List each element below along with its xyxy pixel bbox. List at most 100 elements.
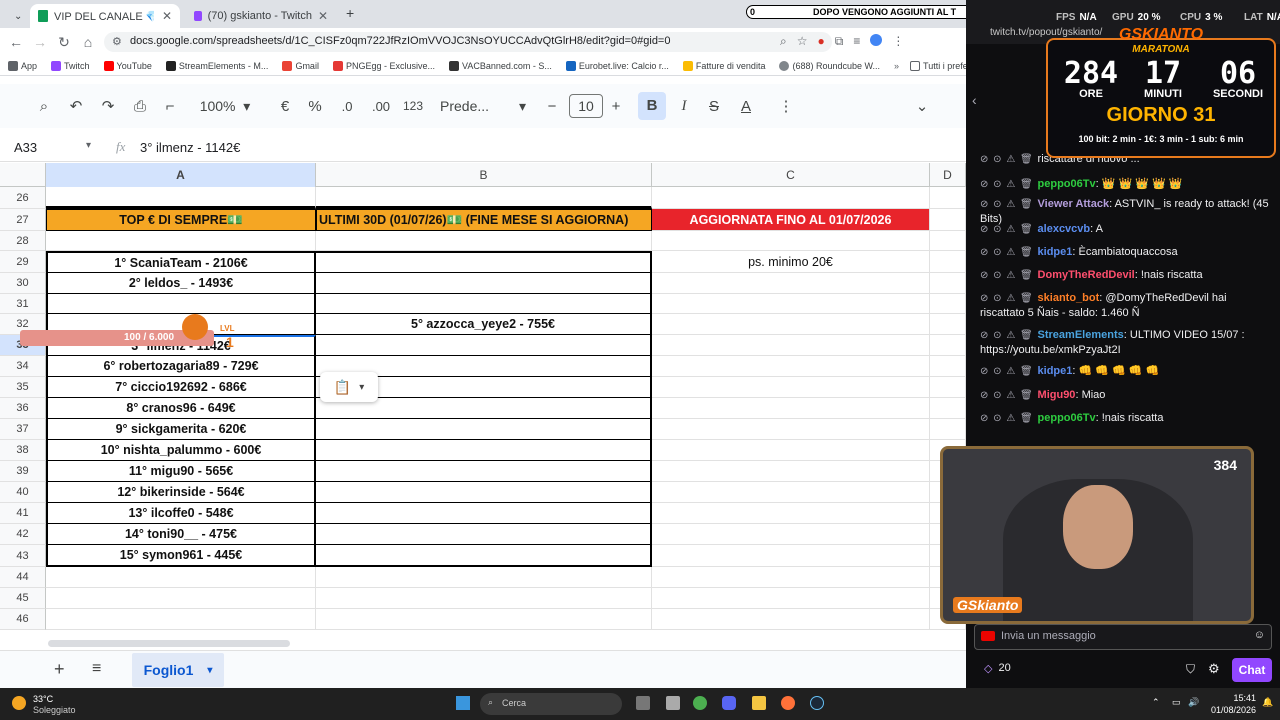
windows-start-icon[interactable]	[456, 696, 470, 710]
mod-actions-icon[interactable]: ⊘ ⊙ ⚠ 🗑	[980, 247, 1038, 258]
cell-d-34[interactable]	[930, 356, 966, 377]
chat-username[interactable]: peppo06Tv	[1038, 178, 1096, 190]
cell-a-43[interactable]: 15° symon961 - 445€	[46, 545, 316, 567]
bookmark-twitch[interactable]: Twitch	[51, 60, 90, 71]
cell-a-45[interactable]	[46, 588, 316, 609]
row-number[interactable]: 37	[0, 419, 46, 440]
mod-actions-icon[interactable]: ⊘ ⊙ ⚠ 🗑	[980, 293, 1038, 304]
extensions-icon[interactable]: ⧉	[835, 34, 844, 49]
chat-username[interactable]: Migu90	[1038, 389, 1076, 401]
bookmark-vacbanned[interactable]: VACBanned.com - S...	[448, 60, 552, 71]
bookmark-fatture[interactable]: Fatture di vendita	[682, 60, 765, 71]
row-number[interactable]: 43	[0, 545, 46, 567]
cell-c-44[interactable]	[652, 567, 930, 588]
close-tab-icon[interactable]: ✕	[318, 9, 328, 23]
tray-chevron-icon[interactable]: ⌃	[1152, 697, 1160, 708]
chevron-down-icon[interactable]: ▾	[207, 665, 212, 676]
weather-text[interactable]: Soleggiato	[33, 705, 76, 715]
cell-b-40[interactable]	[316, 482, 652, 503]
undo-icon[interactable]: ↶	[64, 84, 88, 128]
bookmark-star-icon[interactable]: ☆	[797, 34, 808, 49]
cell-a-30[interactable]: 2° leldos_ - 1493€	[46, 273, 316, 294]
decrease-font-size-icon[interactable]: −	[542, 84, 562, 128]
cell-a-42[interactable]: 14° toni90__ - 475€	[46, 524, 316, 545]
cell-d-36[interactable]	[930, 398, 966, 419]
cell-c-37[interactable]	[652, 419, 930, 440]
weather-temp[interactable]: 33°C	[33, 694, 53, 704]
sheet-tab-foglio1[interactable]: Foglio1 ▾	[132, 653, 224, 687]
cell-b-45[interactable]	[316, 588, 652, 609]
row-number[interactable]: 28	[0, 231, 46, 251]
mod-actions-icon[interactable]: ⊘ ⊙ ⚠ 🗑	[980, 154, 1038, 165]
cell-a-38[interactable]: 10° nishta_palummo - 600€	[46, 440, 316, 461]
reload-icon[interactable]: ↻	[52, 34, 76, 51]
cell-a-28[interactable]	[46, 231, 316, 251]
chat-send-button[interactable]: Chat	[1232, 658, 1272, 682]
formula-input[interactable]: 3° ilmenz - 1142€	[140, 140, 240, 155]
extension-record-icon[interactable]: ●	[818, 34, 825, 49]
cell-d-29[interactable]	[930, 251, 966, 273]
text-color-button[interactable]: A	[734, 84, 758, 128]
cell-a-35[interactable]: 7° ciccio192692 - 686€	[46, 377, 316, 398]
horizontal-scrollbar[interactable]	[48, 640, 290, 647]
font-select[interactable]: Prede... ▾	[440, 84, 526, 128]
cell-d-37[interactable]	[930, 419, 966, 440]
name-box[interactable]: A33	[14, 140, 37, 155]
cell-d-35[interactable]	[930, 377, 966, 398]
cell-a-27[interactable]: TOP € DI SEMPRE💵	[46, 209, 316, 231]
collapse-chat-icon[interactable]: ‹	[972, 92, 977, 108]
row-number[interactable]: 30	[0, 273, 46, 294]
strikethrough-button[interactable]: S	[702, 84, 726, 128]
cell-c-33[interactable]	[652, 335, 930, 356]
cell-d-33[interactable]	[930, 335, 966, 356]
chat-username[interactable]: DomyTheRedDevil	[1038, 269, 1135, 281]
cell-b-37[interactable]	[316, 419, 652, 440]
task-view-icon[interactable]	[636, 696, 650, 710]
cell-c-26[interactable]	[652, 187, 930, 209]
cell-c-42[interactable]	[652, 524, 930, 545]
cell-a-36[interactable]: 8° cranos96 - 649€	[46, 398, 316, 419]
media-icon[interactable]: ≡	[853, 34, 860, 49]
cell-c-43[interactable]	[652, 545, 930, 567]
column-header-c[interactable]: C	[652, 163, 930, 187]
site-info-icon[interactable]: ⚙	[112, 35, 122, 48]
cell-c-28[interactable]	[652, 231, 930, 251]
mod-actions-icon[interactable]: ⊘ ⊙ ⚠ 🗑	[980, 224, 1038, 235]
forward-icon[interactable]: →	[28, 34, 52, 50]
search-menus-icon[interactable]: ⌕	[32, 84, 56, 128]
bookmark-all[interactable]: » Tutti i preferiti	[894, 60, 977, 71]
paste-options-popup[interactable]: 📋 ▾	[320, 372, 378, 402]
emote-icon[interactable]: ☺	[1254, 629, 1265, 641]
steam-icon[interactable]	[810, 696, 824, 710]
channel-points[interactable]: ◇ 20	[984, 662, 1011, 675]
cell-a-46[interactable]	[46, 609, 316, 630]
row-number[interactable]: 44	[0, 567, 46, 588]
chrome-icon[interactable]	[693, 696, 707, 710]
row-number[interactable]: 34	[0, 356, 46, 377]
bookmark-roundcube[interactable]: (688) Roundcube W...	[779, 60, 880, 71]
cell-a-26[interactable]	[46, 187, 316, 209]
currency-format[interactable]: €	[274, 84, 296, 128]
cell-a-37[interactable]: 9° sickgamerita - 620€	[46, 419, 316, 440]
cell-b-33[interactable]	[316, 335, 652, 356]
cell-c-39[interactable]	[652, 461, 930, 482]
tab-search-chevron-icon[interactable]: ⌄	[6, 4, 28, 28]
bookmark-youtube[interactable]: YouTube	[103, 60, 152, 71]
cell-b-27[interactable]: ULTIMI 30D (01/07/26)💵 (FINE MESE SI AGG…	[316, 209, 652, 231]
bookmark-gmail[interactable]: Gmail	[282, 60, 319, 71]
zoom-icon[interactable]: ⌕	[780, 34, 787, 49]
cell-b-41[interactable]	[316, 503, 652, 524]
increase-decimal[interactable]: .00	[366, 84, 396, 128]
paint-format-icon[interactable]: ⌐	[158, 84, 182, 128]
row-number[interactable]: 41	[0, 503, 46, 524]
cell-c-35[interactable]	[652, 377, 930, 398]
row-number[interactable]: 38	[0, 440, 46, 461]
app-icon[interactable]	[666, 696, 680, 710]
cell-b-43[interactable]	[316, 545, 652, 567]
percent-format[interactable]: %	[304, 84, 326, 128]
new-tab-icon[interactable]: +	[346, 5, 354, 21]
chat-username[interactable]: kidpe1	[1038, 246, 1073, 258]
cell-c-45[interactable]	[652, 588, 930, 609]
address-bar[interactable]: ⚙ docs.google.com/spreadsheets/d/1C_CISF…	[104, 32, 832, 52]
zoom-select[interactable]: 100% ▾	[192, 84, 258, 128]
